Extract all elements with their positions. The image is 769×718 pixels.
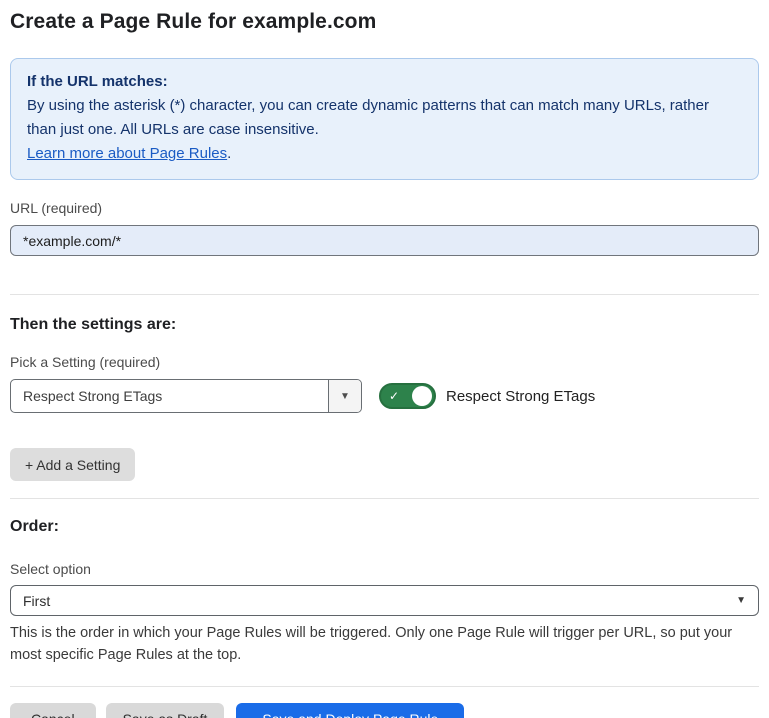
order-help-text: This is the order in which your Page Rul… xyxy=(10,622,759,667)
add-setting-button[interactable]: + Add a Setting xyxy=(10,448,135,481)
footer-buttons: Cancel Save as Draft Save and Deploy Pag… xyxy=(10,703,759,718)
info-link-line: Learn more about Page Rules. xyxy=(27,142,742,166)
url-field-label: URL (required) xyxy=(10,200,759,216)
setting-dropdown[interactable]: Respect Strong ETags ▼ xyxy=(10,379,362,413)
respect-strong-etags-toggle[interactable]: ✓ xyxy=(379,383,436,409)
url-input[interactable] xyxy=(10,225,759,256)
page-title: Create a Page Rule for example.com xyxy=(10,10,759,34)
divider xyxy=(10,686,759,687)
save-as-draft-button[interactable]: Save as Draft xyxy=(106,703,225,718)
setting-dropdown-value: Respect Strong ETags xyxy=(11,380,328,412)
info-link-suffix: . xyxy=(227,145,231,162)
divider xyxy=(10,498,759,499)
learn-more-link[interactable]: Learn more about Page Rules xyxy=(27,145,227,162)
toggle-label: Respect Strong ETags xyxy=(446,388,595,405)
order-select[interactable]: First ▼ xyxy=(10,585,759,616)
order-section-heading: Order: xyxy=(10,518,759,536)
info-box-heading: If the URL matches: xyxy=(27,70,742,94)
info-box-body: By using the asterisk (*) character, you… xyxy=(27,94,742,142)
pick-setting-label: Pick a Setting (required) xyxy=(10,354,759,370)
save-and-deploy-button[interactable]: Save and Deploy Page Rule xyxy=(236,703,464,718)
setting-dropdown-button[interactable]: ▼ xyxy=(328,380,361,412)
chevron-down-icon: ▼ xyxy=(736,595,746,606)
select-option-label: Select option xyxy=(10,561,759,577)
divider xyxy=(10,294,759,295)
toggle-knob xyxy=(412,386,432,406)
order-select-value: First xyxy=(23,593,50,609)
check-icon: ✓ xyxy=(389,390,399,402)
url-match-info-box: If the URL matches: By using the asteris… xyxy=(10,58,759,180)
chevron-down-icon: ▼ xyxy=(340,391,350,402)
create-page-rule-form: Create a Page Rule for example.com If th… xyxy=(0,10,769,718)
settings-section-heading: Then the settings are: xyxy=(10,316,759,334)
setting-row: Respect Strong ETags ▼ ✓ Respect Strong … xyxy=(10,379,759,413)
cancel-button[interactable]: Cancel xyxy=(10,703,96,718)
